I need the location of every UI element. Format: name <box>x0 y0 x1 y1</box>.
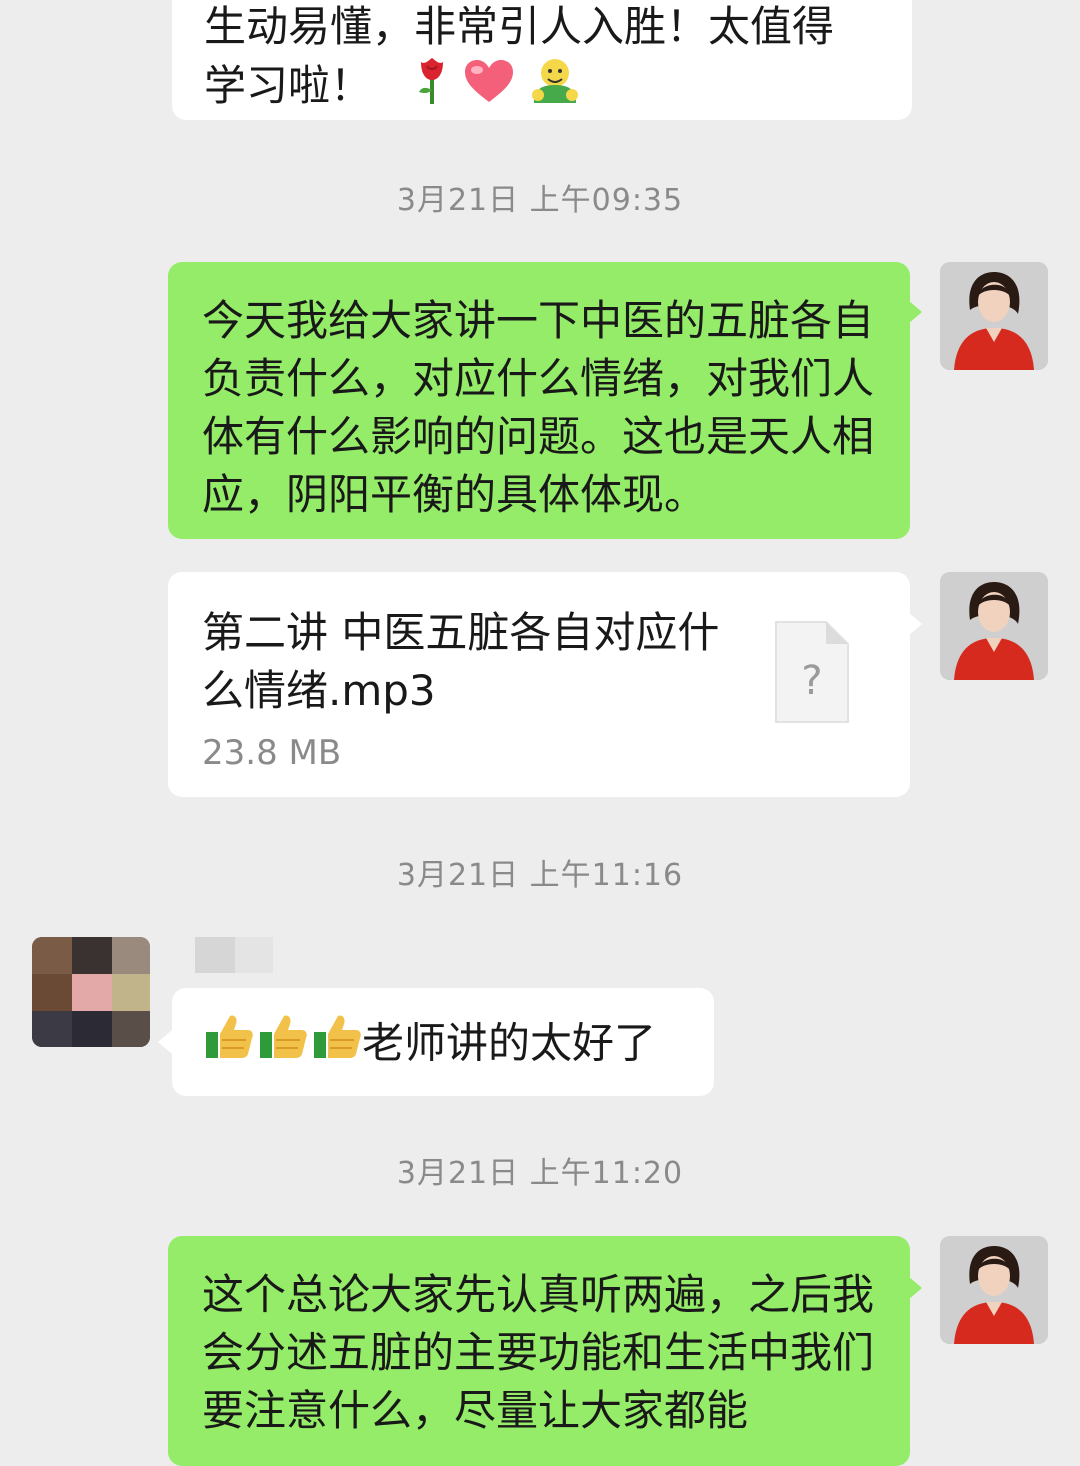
message-text: 老师讲的太好了 <box>362 1018 657 1068</box>
thumbs-up-emoji-icon <box>312 1012 362 1075</box>
bubble-tail <box>908 1276 922 1300</box>
message-text: 今天我给大家讲一下中医的五脏各自负责什么，对应什么情绪，对我们人体有什么影响的问… <box>202 296 875 519</box>
thumbs-up-emoji-icon <box>258 1012 308 1075</box>
heart-emoji-icon <box>463 58 515 119</box>
message-timestamp: 3月21日 上午11:20 <box>396 1156 684 1191</box>
file-icon-glyph: ? <box>801 658 823 704</box>
avatar[interactable] <box>32 937 150 1047</box>
hug-emoji-icon <box>528 57 582 120</box>
message-text: 学习啦！ <box>204 61 373 110</box>
bubble-tail <box>158 1030 172 1054</box>
message-timestamp: 3月21日 上午09:35 <box>396 183 684 218</box>
file-size: 23.8 MB <box>202 733 342 773</box>
message-text: 这个总论大家先认真听两遍，之后我会分述五脏的主要功能和生活中我们要注意什么，尽量… <box>202 1270 875 1435</box>
thumbs-up-emoji-icon <box>204 1012 254 1075</box>
avatar[interactable] <box>940 572 1048 680</box>
bubble-tail <box>908 612 922 636</box>
bubble-tail <box>908 300 922 324</box>
sender-name-redacted <box>195 937 275 973</box>
teacher-avatar-icon <box>940 262 1048 370</box>
message-timestamp: 3月21日 上午11:16 <box>396 858 684 893</box>
message-bubble-outgoing[interactable]: 这个总论大家先认真听两遍，之后我会分述五脏的主要功能和生活中我们要注意什么，尽量… <box>168 1236 910 1466</box>
message-bubble-incoming[interactable]: 生动易懂，非常引人入胜！太值得 学习啦！ <box>172 0 912 120</box>
message-bubble-incoming[interactable]: 老师讲的太好了 <box>172 988 714 1096</box>
teacher-avatar-icon <box>940 572 1048 680</box>
message-text-line: 学习啦！ <box>204 56 882 121</box>
avatar[interactable] <box>940 262 1048 370</box>
teacher-avatar-icon <box>940 1236 1048 1344</box>
rose-emoji-icon <box>415 56 449 121</box>
avatar[interactable] <box>940 1236 1048 1344</box>
message-bubble-outgoing[interactable]: 今天我给大家讲一下中医的五脏各自负责什么，对应什么情绪，对我们人体有什么影响的问… <box>168 262 910 539</box>
message-text-line: 生动易懂，非常引人入胜！太值得 <box>204 2 835 51</box>
file-name: 第二讲 中医五脏各自对应什么情绪.mp3 <box>202 608 720 715</box>
unknown-file-icon: ? <box>774 620 850 724</box>
